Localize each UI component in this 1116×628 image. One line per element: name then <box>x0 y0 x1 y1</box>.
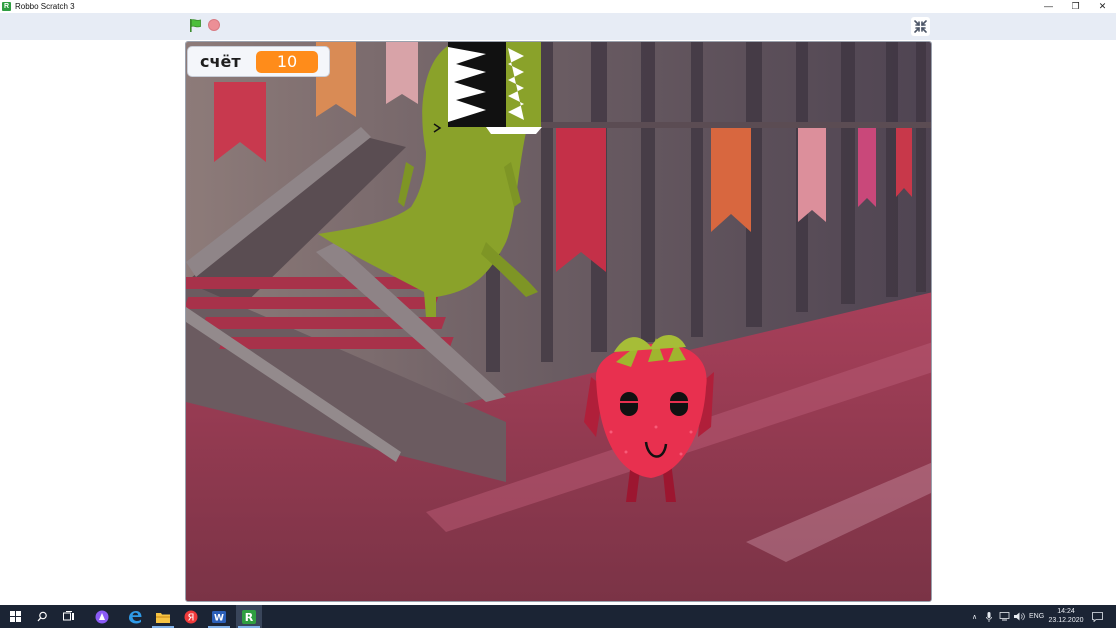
taskbar-clock[interactable]: 14:24 23.12.2020 <box>1046 607 1086 625</box>
windows-taskbar: Я W R ∧ ENG 14:24 23.12.2020 <box>0 605 1116 628</box>
word-letter: W <box>214 613 224 623</box>
windows-start-icon[interactable] <box>2 605 28 628</box>
alice-assistant-icon[interactable] <box>89 605 115 628</box>
robbo-letter: R <box>245 611 254 624</box>
score-variable-monitor[interactable]: счёт 10 <box>187 46 330 77</box>
castle-backdrop <box>186 42 931 601</box>
language-indicator[interactable]: ENG <box>1029 605 1044 628</box>
minimize-icon[interactable]: — <box>1035 0 1062 13</box>
notifications-icon[interactable] <box>1092 605 1103 628</box>
stage-scene <box>186 42 931 601</box>
search-icon[interactable] <box>29 605 55 628</box>
exit-fullscreen-icon[interactable] <box>911 17 930 36</box>
clock-time: 14:24 <box>1057 608 1075 615</box>
title-bar: R Robbo Scratch 3 — ❐ ✕ <box>0 0 1116 13</box>
volume-icon[interactable] <box>1014 605 1025 628</box>
file-explorer-icon[interactable] <box>150 605 176 628</box>
stage-canvas[interactable] <box>185 41 932 602</box>
yandex-letter: Я <box>188 612 195 623</box>
window-title: Robbo Scratch 3 <box>15 2 75 11</box>
clock-date: 23.12.2020 <box>1048 617 1084 624</box>
restore-icon[interactable]: ❐ <box>1062 0 1089 13</box>
close-icon[interactable]: ✕ <box>1089 0 1116 13</box>
network-icon[interactable] <box>999 605 1010 628</box>
robbo-app-icon: R <box>2 2 11 11</box>
window-controls: — ❐ ✕ <box>1035 0 1116 13</box>
green-flag-icon[interactable] <box>188 18 203 33</box>
score-value: 10 <box>256 50 318 73</box>
word-icon[interactable]: W <box>206 605 232 628</box>
yandex-browser-icon[interactable]: Я <box>178 605 204 628</box>
show-hidden-icons-icon[interactable]: ∧ <box>972 605 977 628</box>
stage-toolbar <box>0 13 1116 40</box>
robbo-scratch-icon[interactable]: R <box>236 605 262 628</box>
edge-browser-icon[interactable] <box>122 605 148 628</box>
score-label: счёт <box>200 52 241 71</box>
stop-icon[interactable] <box>208 19 220 31</box>
task-view-icon[interactable] <box>56 605 82 628</box>
microphone-icon[interactable] <box>986 605 992 628</box>
